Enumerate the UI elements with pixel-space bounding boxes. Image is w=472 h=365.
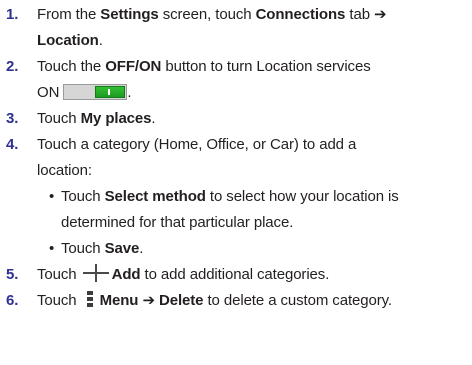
on-toggle-icon [63,84,128,100]
step-text: Touch a category (Home, Office, or Car) … [37,136,357,179]
step-text: From the Settings screen, touch Connecti… [37,6,387,49]
off-on-label: OFF/ON [105,58,162,75]
menu-icon [86,290,93,308]
instructions-page: 1. From the Settings screen, touch Conne… [0,0,472,365]
step-number: 4. [6,136,19,153]
my-places-label: My places [80,110,152,127]
menu-delete-label: Menu ➔ Delete [99,292,204,309]
step-number: 5. [6,266,19,283]
toggle-knob [95,86,126,98]
step-text: Touch Add to add additional categories. [37,264,330,283]
bullet-save: • Touch Save. [49,236,468,262]
step-text: Touch My places. [37,110,156,127]
bullet-select-method: • Touch Select method to select how your … [49,184,468,236]
step-number: 6. [6,292,19,309]
connections-label: Connections [255,6,346,23]
select-method-label: Select method [104,188,206,205]
location-label: Location [37,32,99,49]
bullet-dot: • [49,240,55,257]
bullet-dot: • [49,188,55,205]
step-number: 1. [6,6,19,23]
add-label: Add [111,266,141,283]
plus-icon [82,264,109,282]
settings-label: Settings [100,6,159,23]
step-text: Touch Menu ➔ Delete to delete a custom c… [37,290,392,309]
step-text: Touch the OFF/ON button to turn Location… [37,58,371,101]
step-number: 3. [6,110,19,127]
step-number: 2. [6,58,19,75]
save-label: Save [104,240,140,257]
